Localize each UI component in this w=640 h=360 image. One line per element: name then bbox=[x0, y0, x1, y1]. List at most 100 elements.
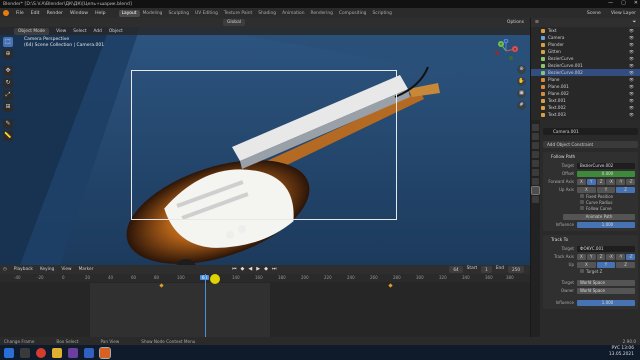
menu-help[interactable]: Help bbox=[95, 11, 105, 16]
output-tab-icon[interactable] bbox=[532, 142, 539, 149]
outliner-filter-icon[interactable]: ⏷ bbox=[633, 20, 636, 25]
outliner-row[interactable]: Gitten 👁 bbox=[531, 48, 640, 55]
maximize-button[interactable]: ▢ bbox=[621, 0, 626, 6]
timeline-type-icon[interactable]: ◷ bbox=[3, 267, 7, 272]
add-menu[interactable]: Add bbox=[94, 29, 102, 34]
tab-uv-editing[interactable]: UV Editing bbox=[192, 10, 221, 17]
outliner-row[interactable]: Plane.001 👁 bbox=[531, 83, 640, 90]
file-explorer-icon[interactable] bbox=[52, 347, 62, 358]
prev-key-icon[interactable]: ◆ bbox=[241, 266, 245, 272]
mode-dropdown[interactable]: Object Mode bbox=[14, 27, 50, 35]
object-name-field[interactable]: Camera.001 bbox=[543, 128, 638, 135]
fp-forward-y[interactable]: Y bbox=[586, 178, 596, 185]
search-icon[interactable] bbox=[20, 347, 30, 358]
tt-track-neg-y[interactable]: -Y bbox=[616, 253, 626, 260]
view-layer-selector[interactable]: View Layer bbox=[611, 11, 636, 16]
visibility-eye-icon[interactable]: 👁 bbox=[629, 28, 634, 33]
tt-target-space-dropdown[interactable]: World Space bbox=[577, 279, 635, 286]
outliner-row[interactable]: BezierCurve 👁 bbox=[531, 55, 640, 62]
keying-menu[interactable]: Keying bbox=[40, 267, 54, 272]
visibility-eye-icon[interactable]: 👁 bbox=[629, 105, 634, 110]
outliner-row[interactable]: Plane.002 👁 bbox=[531, 90, 640, 97]
outliner[interactable]: ☰ ⏷ Text 👁 Camera 👁 Plonder 👁 Gitten 👁 BezierCur… bbox=[530, 18, 640, 120]
tt-track-neg-x[interactable]: -X bbox=[606, 253, 616, 260]
follow-curve-checkbox[interactable]: Follow Curve bbox=[580, 205, 638, 211]
measure-tool-icon[interactable]: 📏 bbox=[3, 131, 13, 141]
jump-end-icon[interactable]: ⏭ bbox=[272, 266, 277, 272]
tt-up-x[interactable]: X bbox=[577, 261, 596, 268]
fp-influence-slider[interactable]: 1.000 bbox=[577, 221, 635, 228]
animate-path-button[interactable]: Animate Path bbox=[563, 214, 635, 220]
move-tool-icon[interactable]: ✥ bbox=[3, 66, 13, 76]
rotate-tool-icon[interactable]: ↻ bbox=[3, 78, 13, 88]
world-tab-icon[interactable] bbox=[532, 160, 539, 167]
annotate-tool-icon[interactable]: ✎ bbox=[3, 119, 13, 129]
add-constraint-dropdown[interactable]: Add Object Constraint bbox=[543, 141, 638, 148]
tt-up-y[interactable]: Y bbox=[596, 261, 616, 268]
fp-forward-z[interactable]: Z bbox=[596, 178, 606, 185]
tool-tab-icon[interactable] bbox=[532, 124, 539, 131]
tab-layout[interactable]: Layout bbox=[118, 9, 140, 17]
options-dropdown[interactable]: Options bbox=[507, 20, 524, 25]
outliner-type-icon[interactable]: ☰ bbox=[535, 20, 539, 25]
fp-up-y[interactable]: Y bbox=[596, 186, 616, 193]
app-icon[interactable] bbox=[68, 347, 78, 358]
outliner-row[interactable]: Text 👁 bbox=[531, 27, 640, 34]
outliner-row[interactable]: BezierCurve.002 👁 bbox=[531, 69, 640, 76]
visibility-eye-icon[interactable]: 👁 bbox=[629, 112, 634, 117]
visibility-eye-icon[interactable]: 👁 bbox=[629, 42, 634, 47]
yandex-browser-icon[interactable] bbox=[36, 347, 46, 358]
camera-view-icon[interactable]: ▣ bbox=[517, 89, 526, 98]
fp-target-field[interactable]: BezierCurve.002 bbox=[577, 162, 635, 169]
tt-up-z[interactable]: Z bbox=[616, 261, 636, 268]
keyframe[interactable] bbox=[388, 283, 393, 288]
track-to-title[interactable]: Track To bbox=[543, 237, 638, 244]
visibility-eye-icon[interactable]: 👁 bbox=[629, 56, 634, 61]
play-icon[interactable]: ▶ bbox=[256, 266, 260, 272]
jump-start-icon[interactable]: ⏮ bbox=[232, 266, 237, 272]
fp-forward-neg-y[interactable]: -Y bbox=[616, 178, 626, 185]
fp-forward-neg-z[interactable]: -Z bbox=[626, 178, 635, 185]
visibility-eye-icon[interactable]: 👁 bbox=[629, 63, 634, 68]
scene-selector[interactable]: Scene bbox=[587, 11, 601, 16]
tab-rendering[interactable]: Rendering bbox=[307, 10, 335, 17]
scene-tab-icon[interactable] bbox=[532, 151, 539, 158]
visibility-eye-icon[interactable]: 👁 bbox=[629, 70, 634, 75]
tab-sculpting[interactable]: Sculpting bbox=[165, 10, 192, 17]
pan-hand-icon[interactable]: ✋ bbox=[517, 77, 526, 86]
timeline-editor[interactable]: ◷ Playback Keying View Marker ⏮ ◆ ◀ ▶ ◆ … bbox=[0, 265, 530, 345]
cursor-tool-icon[interactable]: ⊕ bbox=[3, 49, 13, 59]
3d-viewport[interactable]: Object Mode View Select Add Object ⬚ ⊕ ✥… bbox=[0, 27, 530, 265]
tab-compositing[interactable]: Compositing bbox=[336, 10, 370, 17]
visibility-eye-icon[interactable]: 👁 bbox=[629, 84, 634, 89]
app-icon[interactable] bbox=[84, 347, 94, 358]
data-tab-icon[interactable] bbox=[532, 196, 539, 203]
visibility-eye-icon[interactable]: 👁 bbox=[629, 49, 634, 54]
scale-tool-icon[interactable]: ⤢ bbox=[3, 90, 13, 100]
properties-editor[interactable]: Camera.001 Add Object Constraint Follow … bbox=[530, 120, 640, 337]
object-tab-icon[interactable] bbox=[532, 169, 539, 176]
outliner-row[interactable]: Text.003 👁 bbox=[531, 111, 640, 118]
minimize-button[interactable]: — bbox=[608, 0, 613, 6]
blender-logo-icon[interactable] bbox=[3, 10, 9, 16]
tab-shading[interactable]: Shading bbox=[255, 10, 279, 17]
tab-texture-paint[interactable]: Texture Paint bbox=[221, 10, 255, 17]
outliner-row[interactable]: Camera 👁 bbox=[531, 34, 640, 41]
menu-window[interactable]: Window bbox=[70, 11, 88, 16]
fp-up-x[interactable]: X bbox=[577, 186, 596, 193]
outliner-row[interactable]: BezierCurve.001 👁 bbox=[531, 62, 640, 69]
physics-tab-icon[interactable] bbox=[532, 178, 539, 185]
constraints-tab-icon[interactable] bbox=[531, 186, 540, 195]
fp-offset-field[interactable]: 0.000 bbox=[577, 170, 635, 177]
tab-scripting[interactable]: Scripting bbox=[369, 10, 395, 17]
visibility-eye-icon[interactable]: 👁 bbox=[629, 35, 634, 40]
outliner-row[interactable]: Text.002 👁 bbox=[531, 104, 640, 111]
zoom-icon[interactable]: ⊕ bbox=[517, 65, 526, 74]
tt-track-x[interactable]: X bbox=[577, 253, 586, 260]
select-box-tool-icon[interactable]: ⬚ bbox=[3, 37, 13, 47]
blender-taskbar-icon[interactable] bbox=[99, 346, 111, 359]
transform-tool-icon[interactable]: ⊞ bbox=[3, 102, 13, 112]
menu-render[interactable]: Render bbox=[47, 11, 63, 16]
current-frame-field[interactable]: 64 bbox=[449, 266, 463, 273]
end-frame-field[interactable]: 250 bbox=[508, 266, 524, 273]
